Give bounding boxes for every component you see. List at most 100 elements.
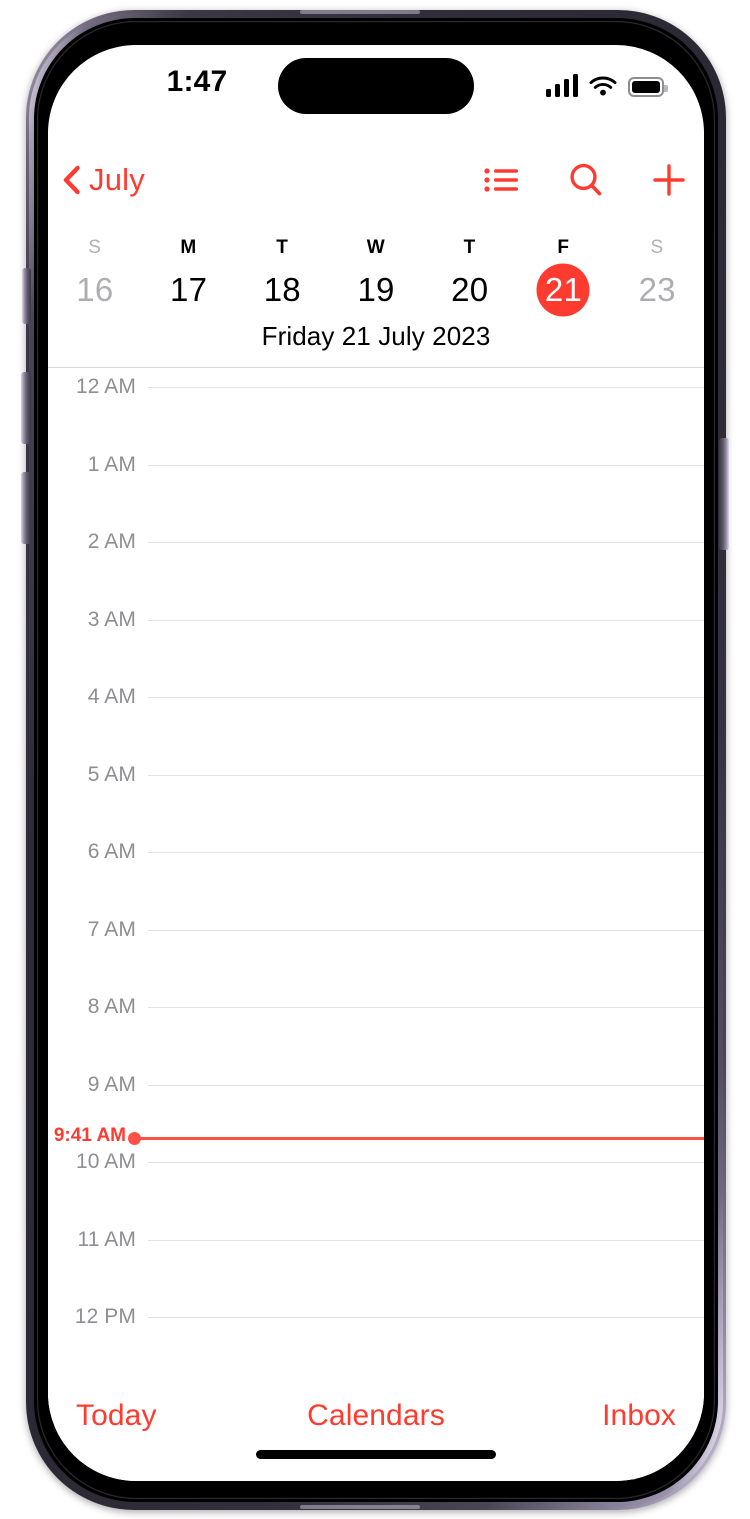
hour-gridline (148, 464, 704, 466)
date-number[interactable]: 16 (48, 261, 142, 319)
hour-row[interactable]: 4 AM (48, 685, 704, 708)
hour-row[interactable]: 12 AM (48, 375, 704, 398)
date-number-label: 16 (76, 271, 114, 308)
weekday-letter: T (276, 237, 289, 258)
hour-label: 7 AM (87, 917, 136, 941)
hour-label: 8 AM (87, 995, 136, 1018)
week-dates-row: 16 17 18 19 20 21 23 (48, 261, 704, 319)
hour-row[interactable]: 6 AM (48, 840, 704, 863)
weekday-letter: S (650, 237, 664, 258)
hour-label: 10 AM (75, 1150, 136, 1173)
hour-gridline (148, 1007, 704, 1008)
day-view-grid[interactable]: 12 AM 1 AM 2 AM 3 AM 4 AM 5 AM 6 AM 7 AM 8 AM 9 A… (48, 368, 704, 1398)
hour-gridline (148, 1239, 704, 1241)
hour-row[interactable]: 9 AM (48, 1073, 704, 1096)
current-time-line (134, 1137, 704, 1141)
selected-date-circle[interactable]: 21 (517, 261, 611, 319)
week-date-cell-16[interactable]: 16 (48, 261, 142, 319)
week-date-cell-19[interactable]: 19 (329, 261, 423, 319)
navigation-bar: July (48, 155, 704, 217)
search-button[interactable] (568, 162, 604, 198)
volume-down-button[interactable] (21, 472, 31, 544)
battery-full-icon (628, 77, 668, 97)
date-number[interactable]: 23 (610, 261, 704, 319)
hour-label: 2 AM (87, 530, 136, 553)
bottom-toolbar: Today Calendars Inbox (48, 1381, 704, 1481)
date-number[interactable]: 19 (329, 261, 423, 319)
power-button[interactable] (719, 438, 729, 550)
hour-label: 12 PM (74, 1305, 136, 1328)
hour-gridline (148, 1162, 704, 1163)
hour-row[interactable]: 10 AM (48, 1150, 704, 1173)
date-number-label: 19 (357, 271, 395, 308)
hour-label: 1 AM (87, 452, 136, 476)
week-dow-3: W (329, 235, 423, 261)
week-date-cell-18[interactable]: 18 (235, 261, 329, 319)
weekday-letter: T (463, 237, 476, 258)
weekday-letter: S (88, 237, 102, 258)
hour-label: 11 AM (77, 1227, 136, 1251)
home-indicator[interactable] (256, 1450, 496, 1459)
today-button[interactable]: Today (48, 1399, 276, 1433)
date-number[interactable]: 17 (142, 261, 236, 319)
weekday-letter: M (180, 237, 197, 258)
hour-label: 12 AM (75, 375, 136, 398)
inbox-button[interactable]: Inbox (476, 1399, 704, 1433)
week-date-cell-21[interactable]: 21 (517, 261, 611, 319)
date-number-label: 18 (263, 271, 301, 308)
hour-label: 5 AM (87, 762, 136, 786)
hour-gridline (148, 619, 704, 621)
date-number[interactable]: 20 (423, 261, 517, 319)
chevron-left-icon (62, 165, 80, 195)
week-date-cell-23[interactable]: 23 (610, 261, 704, 319)
hour-row[interactable]: 1 AM (48, 453, 704, 476)
hour-label: 3 AM (87, 607, 136, 631)
week-dow-4: T (423, 235, 517, 261)
antenna-seam-bottom (300, 1505, 420, 1509)
hour-row[interactable]: 7 AM (48, 918, 704, 941)
hour-row[interactable]: 11 AM (48, 1228, 704, 1251)
action-button[interactable] (22, 268, 31, 324)
hour-gridline (148, 852, 704, 853)
navigation-actions (484, 155, 686, 205)
back-to-month-button[interactable]: July (62, 155, 145, 205)
hour-label: 4 AM (87, 685, 136, 708)
hour-label: 9 AM (87, 1072, 136, 1096)
dynamic-island (278, 58, 474, 114)
signal-bars-icon (545, 74, 578, 97)
hour-gridline (148, 697, 704, 698)
date-number-label: 23 (638, 271, 676, 308)
week-dow-1: M (142, 235, 236, 261)
weekday-letter: W (366, 237, 386, 258)
hour-row[interactable]: 3 AM (48, 608, 704, 631)
list-view-button[interactable] (484, 165, 520, 195)
selected-date-label: Friday 21 July 2023 (261, 321, 491, 351)
date-number-label: 21 (544, 271, 582, 308)
hour-gridline (148, 774, 704, 776)
date-number[interactable]: 18 (235, 261, 329, 319)
date-number-label: 17 (170, 271, 208, 308)
hour-row[interactable]: 12 PM (48, 1305, 704, 1328)
hour-label: 6 AM (87, 840, 136, 863)
status-bar-indicators (545, 67, 668, 97)
hour-gridline (148, 1317, 704, 1318)
screenshot-root: 1:47 July S M T W T F S 16 17 18 19 20 2… (0, 0, 750, 1519)
hour-row[interactable]: 5 AM (48, 763, 704, 786)
add-event-button[interactable] (652, 163, 686, 197)
volume-up-button[interactable] (21, 372, 31, 444)
hour-gridline (148, 1084, 704, 1086)
date-number-label: 20 (451, 271, 489, 308)
hour-row[interactable]: 8 AM (48, 995, 704, 1018)
current-time-label: 9:41 AM (53, 1125, 126, 1147)
week-dow-5: F (517, 235, 611, 261)
week-date-cell-20[interactable]: 20 (423, 261, 517, 319)
hour-row[interactable]: 2 AM (48, 530, 704, 553)
calendars-button[interactable]: Calendars (276, 1399, 476, 1433)
week-strip: S M T W T F S 16 17 18 19 20 21 23 (48, 235, 704, 321)
week-day-letters-row: SMTWTFS (48, 235, 704, 261)
week-dow-6: S (610, 235, 704, 261)
hour-gridline (148, 387, 704, 388)
week-date-cell-17[interactable]: 17 (142, 261, 236, 319)
hour-gridline (148, 929, 704, 931)
weekday-letter: F (557, 237, 570, 258)
